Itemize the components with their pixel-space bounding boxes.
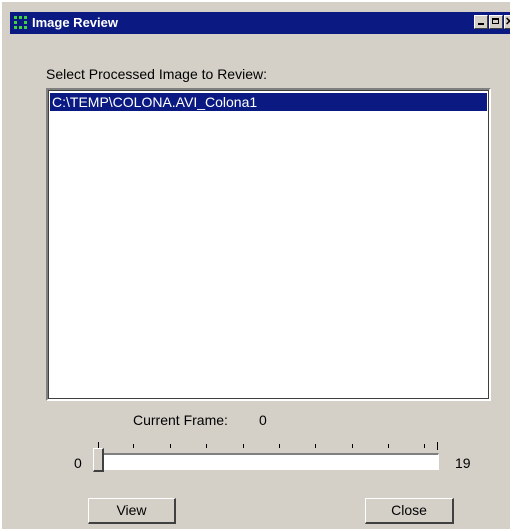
app-grid-icon bbox=[14, 16, 27, 29]
slider-tick bbox=[315, 444, 316, 448]
maximize-button[interactable] bbox=[489, 15, 503, 29]
slider-ticks bbox=[98, 442, 438, 450]
slider-tick bbox=[424, 444, 425, 448]
list-item[interactable]: C:\TEMP\COLONA.AVI_Colona1 bbox=[50, 93, 487, 111]
slider-tick bbox=[133, 444, 134, 448]
processed-image-list[interactable]: C:\TEMP\COLONA.AVI_Colona1 bbox=[46, 88, 491, 401]
current-frame-label: Current Frame: bbox=[133, 412, 228, 428]
slider-min-label: 0 bbox=[74, 455, 82, 471]
close-window-button[interactable]: ✕ bbox=[504, 15, 510, 29]
image-review-window: Image Review ✕ Select Processed Image to… bbox=[0, 0, 510, 529]
close-icon: ✕ bbox=[505, 16, 510, 28]
slider-tick bbox=[206, 444, 207, 448]
frame-slider-thumb[interactable] bbox=[93, 448, 104, 472]
slider-tick bbox=[243, 444, 244, 448]
close-button[interactable]: Close bbox=[365, 498, 454, 524]
slider-tick bbox=[170, 444, 171, 448]
slider-tick bbox=[388, 444, 389, 448]
current-frame-value: 0 bbox=[259, 412, 267, 428]
window-title: Image Review bbox=[32, 15, 118, 30]
minimize-icon bbox=[478, 23, 484, 25]
select-image-label: Select Processed Image to Review: bbox=[46, 66, 267, 82]
view-button[interactable]: View bbox=[88, 498, 176, 524]
frame-slider-track[interactable] bbox=[94, 453, 439, 470]
slider-tick bbox=[279, 444, 280, 448]
slider-max-label: 19 bbox=[455, 455, 471, 471]
maximize-icon bbox=[492, 18, 499, 24]
slider-tick bbox=[352, 444, 353, 448]
slider-tick bbox=[437, 442, 438, 450]
title-bar[interactable]: Image Review ✕ bbox=[10, 12, 510, 34]
minimize-button[interactable] bbox=[474, 15, 488, 29]
